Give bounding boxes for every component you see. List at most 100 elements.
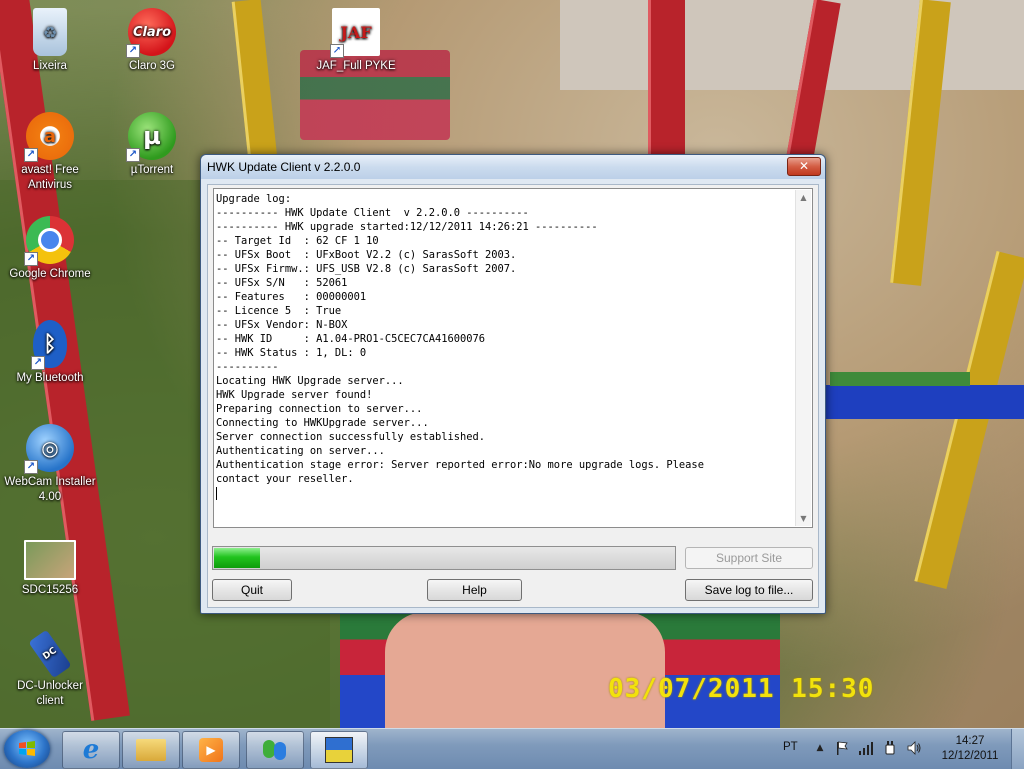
windows-explorer-icon [136,739,166,761]
desktop-icon-sdc15256[interactable]: SDC15256 [4,540,96,598]
log-line: -- UFSx Boot : UFxBoot V2.2 (c) SarasSof… [216,249,517,261]
shortcut-arrow-icon: ↗ [24,252,38,266]
support-site-button[interactable]: Support Site [685,547,813,569]
photo-date-stamp: 03/07/2011 15:30 [608,674,875,704]
wallpaper-green-seat [830,372,970,386]
jaf-icon: JAF ↗ [330,8,380,58]
scroll-up-arrow-icon[interactable]: ▲ [796,190,811,205]
text-caret-line [216,486,796,500]
desktop-icon-dc-unlocker[interactable]: DC DC-Unlocker client [4,629,96,709]
wallpaper-red-pole-right [648,0,685,160]
upgrade-log-textarea[interactable]: Upgrade log: ---------- HWK Update Client… [213,188,813,528]
scroll-down-arrow-icon[interactable]: ▼ [796,511,811,526]
action-center-flag-icon[interactable] [834,740,850,756]
photo-thumbnail-icon [24,540,76,580]
desktop-icon-label: avast! Free Antivirus [21,164,79,191]
desktop-icon-label: DC-Unlocker client [17,680,83,707]
show-hidden-icons-icon[interactable]: ▲ [812,740,828,756]
log-line: Authenticating on server... [216,445,385,457]
shortcut-arrow-icon: ↗ [126,148,140,162]
clock-date: 12/12/2011 [941,750,999,762]
shortcut-arrow-icon: ↗ [31,356,45,370]
log-line: Connecting to HWKUpgrade server... [216,417,429,429]
log-line: Authentication stage error: Server repor… [216,459,704,471]
media-player-icon: ▶ [199,738,223,762]
log-line: Upgrade log: [216,193,292,205]
webcam-globe-icon: ◎ ↗ [24,424,74,474]
desktop-icon-jaf[interactable]: JAF ↗ JAF_Full PYKE [310,8,402,74]
network-signal-icon[interactable] [858,740,874,756]
wallpaper-yellow-pole-front [914,251,1024,589]
log-line: Server connection successfully establish… [216,431,485,443]
bluetooth-icon: ᛒ ↗ [31,320,67,370]
avast-icon: a ↗ [24,112,74,162]
text-caret [216,486,217,500]
quit-button[interactable]: Quit [212,579,292,601]
desktop-icon-avast[interactable]: a ↗ avast! Free Antivirus [4,112,96,193]
shortcut-arrow-icon: ↗ [330,44,344,58]
window-client-area: Upgrade log: ---------- HWK Update Client… [207,184,819,608]
usb-dongle-icon: DC [28,629,72,679]
log-line: ---------- HWK Update Client v 2.2.0.0 -… [216,207,529,219]
taskbar-hwk-update-client[interactable] [310,731,368,769]
log-line: -- HWK Status : 1, DL: 0 [216,347,367,359]
desktop-icon-label: Lixeira [33,60,67,72]
wallpaper-yellow-pole-left [231,0,278,162]
show-desktop-button[interactable] [1011,729,1024,769]
wallpaper-yellow-pole-right [890,0,951,286]
log-line: ---------- [216,361,279,373]
window-title: HWK Update Client v 2.2.0.0 [207,160,361,174]
windows-logo-icon [19,741,35,756]
desktop-icon-label: µTorrent [130,164,174,176]
utorrent-icon: µ ↗ [126,112,176,162]
desktop-icon-label: My Bluetooth [16,372,84,384]
desktop-icon-google-chrome[interactable]: ↗ Google Chrome [4,216,96,282]
wallpaper-blue-board [825,385,1024,419]
language-indicator[interactable]: PT [783,741,798,753]
shortcut-arrow-icon: ↗ [24,148,38,162]
log-vertical-scrollbar[interactable]: ▲ ▼ [795,190,811,526]
taskbar-windows-explorer[interactable] [122,731,180,769]
taskbar-media-player[interactable]: ▶ [182,731,240,769]
wallpaper-child-legs [385,612,665,728]
chrome-icon: ↗ [24,216,74,266]
hwk-update-client-window: HWK Update Client v 2.2.0.0 ✕ Upgrade lo… [200,154,826,614]
wallpaper-pavement [560,0,1024,90]
desktop-icon-claro-3g[interactable]: Claro ↗ Claro 3G [106,8,198,74]
log-line: Preparing connection to server... [216,403,423,415]
desktop-icon-label: Claro 3G [128,60,176,72]
log-line: -- UFSx Vendor: N-BOX [216,319,348,331]
shortcut-arrow-icon: ↗ [24,460,38,474]
desktop-icon-label: WebCam Installer 4.00 [4,476,96,503]
desktop-icon-label: Google Chrome [9,268,91,280]
volume-speaker-icon[interactable] [906,740,922,756]
log-line: ---------- HWK upgrade started:12/12/201… [216,221,598,233]
taskbar: e ▶ PT ▲ 14:27 12/12/2011 [0,728,1024,769]
internet-explorer-icon: e [82,735,100,765]
taskbar-messenger[interactable] [246,731,304,769]
log-line: Locating HWK Upgrade server... [216,375,404,387]
desktop-icon-my-bluetooth[interactable]: ᛒ ↗ My Bluetooth [4,320,96,386]
upgrade-progress-bar [212,546,676,570]
log-line: -- HWK ID : A1.04-PRO1-C5CEC7CA41600076 [216,333,485,345]
window-titlebar[interactable]: HWK Update Client v 2.2.0.0 ✕ [201,155,825,179]
desktop-icon-utorrent[interactable]: µ ↗ µTorrent [106,112,198,178]
desktop-icon-label: JAF_Full PYKE [316,60,396,72]
log-line: -- UFSx Firmw.: UFS_USB V2.8 (c) SarasSo… [216,263,517,275]
desktop-icon-webcam-installer[interactable]: ◎ ↗ WebCam Installer 4.00 [4,424,96,505]
power-plug-icon[interactable] [882,740,898,756]
save-log-button[interactable]: Save log to file... [685,579,813,601]
claro-icon: Claro ↗ [126,8,176,58]
upgrade-log-text: Upgrade log: ---------- HWK Update Client… [216,192,796,500]
log-line: HWK Upgrade server found! [216,389,373,401]
log-line: -- Licence 5 : True [216,305,342,317]
taskbar-clock[interactable]: 14:27 12/12/2011 [930,734,1010,764]
start-button[interactable] [4,730,50,768]
desktop-icon-recycle-bin[interactable]: ♻ Lixeira [4,8,96,74]
recycle-bin-icon: ♻ [33,8,67,56]
desktop-icon-label: SDC15256 [21,584,79,596]
close-button[interactable]: ✕ [787,157,821,176]
progress-bar-fill [214,548,260,568]
help-button[interactable]: Help [427,579,522,601]
taskbar-internet-explorer[interactable]: e [62,731,120,769]
